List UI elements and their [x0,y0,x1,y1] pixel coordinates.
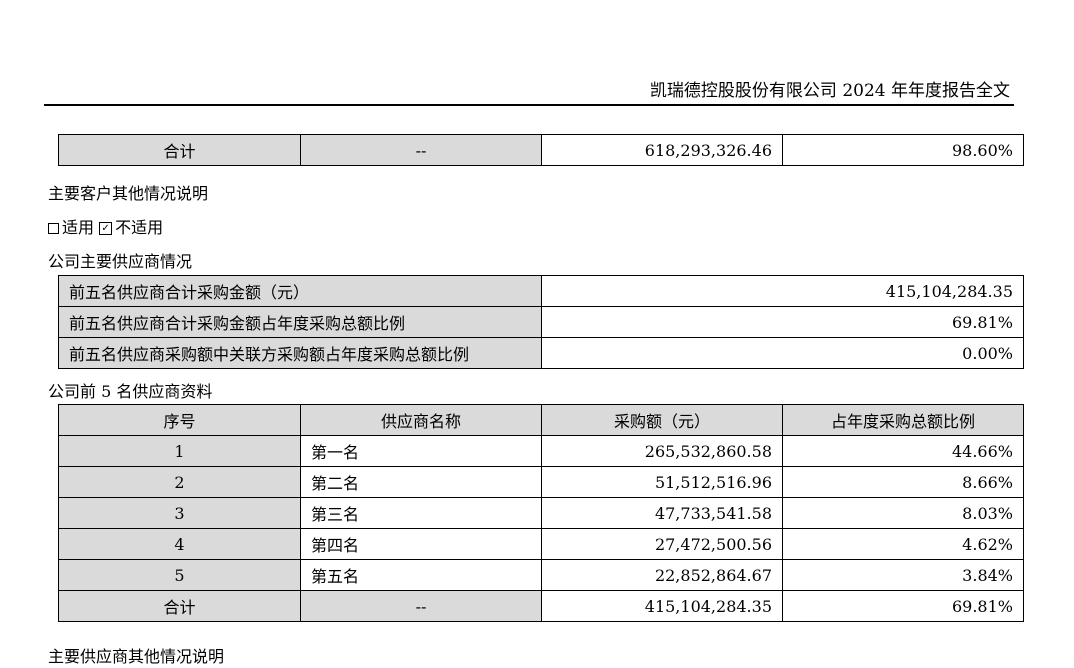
header-name: 供应商名称 [300,404,542,436]
unchecked-box-icon[interactable] [48,223,59,234]
table-row: 前五名供应商采购额中关联方采购额占年度采购总额比例 0.00% [58,337,1024,369]
row-name: 第四名 [300,528,542,560]
total-name: -- [300,590,542,622]
table-row: 1 第一名 265,532,860.58 44.66% [58,435,1024,467]
row-ratio: 8.66% [782,466,1024,498]
table-row: 5 第五名 22,852,864.67 3.84% [58,559,1024,591]
total-amount: 618,293,326.46 [541,134,783,166]
summary-label: 前五名供应商合计采购金额（元） [58,275,542,307]
header-amount: 采购额（元） [541,404,783,436]
table-row: 2 第二名 51,512,516.96 8.66% [58,466,1024,498]
row-ratio: 3.84% [782,559,1024,591]
row-name: 第三名 [300,497,542,529]
row-no: 5 [58,559,301,591]
table-row: 3 第三名 47,733,541.58 8.03% [58,497,1024,529]
checked-box-icon[interactable]: ✓ [99,222,113,235]
row-no: 4 [58,528,301,560]
table-header-row: 序号 供应商名称 采购额（元） 占年度采购总额比例 [58,404,1024,436]
option-not-applicable: 不适用 [115,218,164,237]
row-amount: 265,532,860.58 [541,435,783,467]
total-amount: 415,104,284.35 [541,590,783,622]
table-row: 前五名供应商合计采购金额占年度采购总额比例 69.81% [58,306,1024,338]
row-amount: 51,512,516.96 [541,466,783,498]
summary-label: 前五名供应商采购额中关联方采购额占年度采购总额比例 [58,337,542,369]
row-amount: 27,472,500.56 [541,528,783,560]
total-name: -- [300,134,542,166]
row-amount: 22,852,864.67 [541,559,783,591]
row-ratio: 8.03% [782,497,1024,529]
row-no: 2 [58,466,301,498]
row-name: 第一名 [300,435,542,467]
supplier-summary-table: 前五名供应商合计采购金额（元） 415,104,284.35 前五名供应商合计采… [58,275,1024,369]
top5-supplier-table: 序号 供应商名称 采购额（元） 占年度采购总额比例 1 第一名 265,532,… [58,404,1024,622]
supplier-note-title: 主要供应商其他情况说明 [48,647,225,666]
row-amount: 47,733,541.58 [541,497,783,529]
summary-value: 69.81% [541,306,1024,338]
table-row: 前五名供应商合计采购金额（元） 415,104,284.35 [58,275,1024,307]
top5-title: 公司前 5 名供应商资料 [48,382,213,401]
total-label: 合计 [58,590,301,622]
row-ratio: 4.62% [782,528,1024,560]
table-row: 4 第四名 27,472,500.56 4.62% [58,528,1024,560]
total-ratio: 98.60% [782,134,1024,166]
row-no: 1 [58,435,301,467]
summary-value: 415,104,284.35 [541,275,1024,307]
header-no: 序号 [58,404,301,436]
row-name: 第二名 [300,466,542,498]
table-row: 合计 -- 618,293,326.46 98.60% [58,134,1024,166]
row-name: 第五名 [300,559,542,591]
row-no: 3 [58,497,301,529]
customer-note-title: 主要客户其他情况说明 [48,184,209,203]
option-applicable: 适用 [62,218,95,237]
table-total-row: 合计 -- 415,104,284.35 69.81% [58,590,1024,622]
customer-total-table: 合计 -- 618,293,326.46 98.60% [58,134,1024,166]
total-label: 合计 [58,134,301,166]
supplier-summary-title: 公司主要供应商情况 [48,252,193,271]
summary-label: 前五名供应商合计采购金额占年度采购总额比例 [58,306,542,338]
summary-value: 0.00% [541,337,1024,369]
header-rule [44,104,1014,106]
total-ratio: 69.81% [782,590,1024,622]
header-ratio: 占年度采购总额比例 [782,404,1024,436]
applicability-options: 适用 ✓ 不适用 [48,214,163,238]
report-header-title: 凯瑞德控股股份有限公司 2024 年年度报告全文 [649,81,1010,101]
row-ratio: 44.66% [782,435,1024,467]
